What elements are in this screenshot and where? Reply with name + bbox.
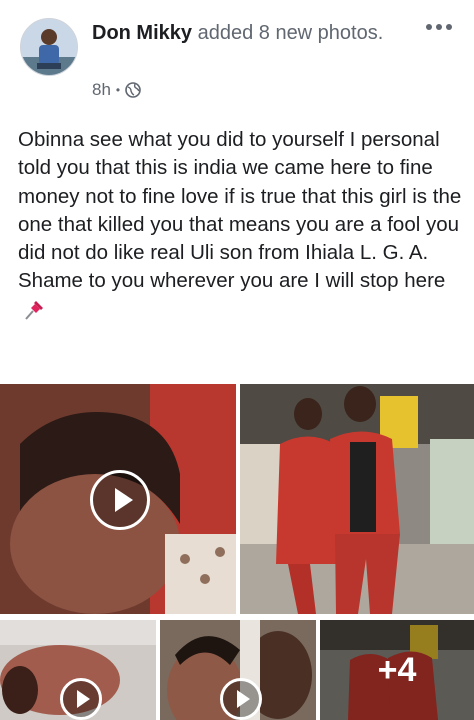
post-message: Obinna see what you did to yourself I pe… <box>18 128 462 293</box>
meta-separator: • <box>115 83 121 97</box>
post-meta: 8h • <box>92 80 141 100</box>
photo-video-2[interactable] <box>0 620 156 720</box>
post-action: added 8 new photos. <box>192 22 384 44</box>
photo-video-1[interactable] <box>0 384 236 614</box>
photo-more[interactable]: +4 <box>320 620 474 720</box>
post-text: Obinna see what you did to yourself I pe… <box>18 126 464 324</box>
avatar[interactable] <box>20 18 78 76</box>
pushpin-icon <box>25 301 43 321</box>
more-dots-icon[interactable] <box>426 24 452 30</box>
play-icon[interactable] <box>60 678 102 720</box>
photo-couple[interactable] <box>240 384 474 614</box>
post-header: Don Mikky added 8 new photos. 8h • <box>0 0 474 120</box>
more-photos-count[interactable]: +4 <box>320 620 474 720</box>
globe-icon <box>125 82 141 98</box>
author-name[interactable]: Don Mikky <box>92 22 192 44</box>
couple-photo <box>240 384 474 614</box>
post-headline: Don Mikky added 8 new photos. <box>92 20 422 47</box>
play-icon[interactable] <box>220 678 262 720</box>
photo-video-3[interactable] <box>160 620 316 720</box>
post-time[interactable]: 8h <box>92 80 111 100</box>
play-icon[interactable] <box>90 470 150 530</box>
